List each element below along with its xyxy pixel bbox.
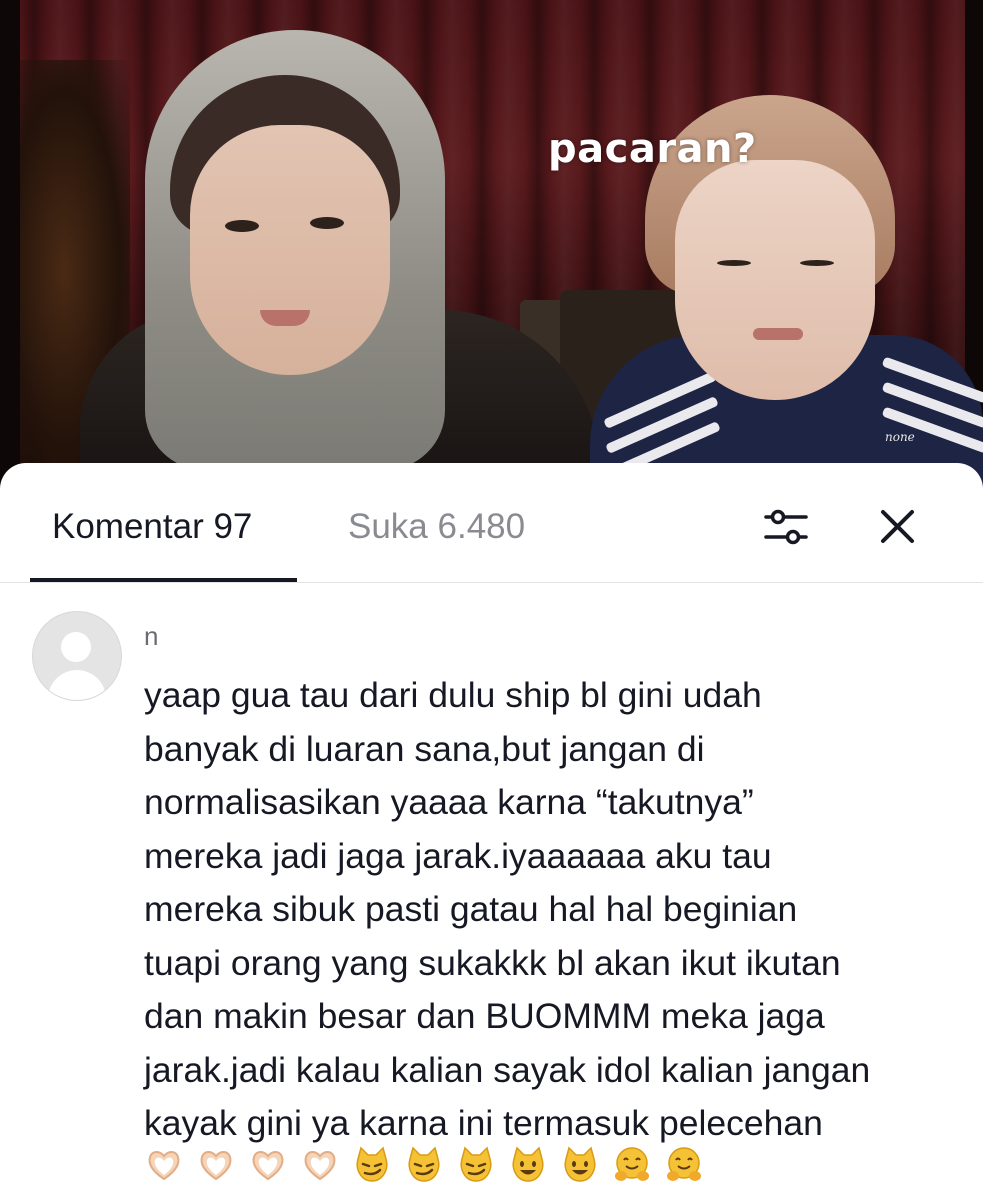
heart-hands-emoji-icon	[252, 1151, 284, 1181]
comment-emojis	[144, 1145, 716, 1193]
comments-sheet: Komentar 97 Suka 6.480 n yaap gua tau da…	[0, 463, 983, 1200]
face-left	[190, 125, 390, 375]
sliders-icon	[764, 509, 808, 545]
sheet-tabs: Komentar 97 Suka 6.480	[0, 463, 983, 583]
close-button[interactable]	[872, 501, 924, 553]
person-left	[60, 30, 600, 500]
video-watermark: none	[885, 430, 915, 444]
video-frame[interactable]: pacaran? none	[0, 0, 983, 500]
tab-comments[interactable]: Komentar 97	[52, 507, 252, 547]
comment-text: yaap gua tau dari dulu ship bl gini udah…	[144, 675, 871, 1143]
video-caption: pacaran?	[548, 126, 757, 172]
face-right	[675, 160, 875, 400]
smiley-cat-emoji-icon	[512, 1146, 544, 1182]
heart-hands-emoji-icon	[200, 1151, 232, 1181]
heart-hands-emoji-icon	[304, 1151, 336, 1181]
comment-username[interactable]: n	[144, 621, 158, 652]
hugging-face-emoji-icon	[667, 1147, 701, 1181]
heart-hands-emoji-icon	[148, 1151, 180, 1181]
tabs-divider	[0, 582, 983, 583]
hugging-face-emoji-icon	[615, 1147, 649, 1181]
avatar[interactable]	[32, 611, 122, 701]
tab-likes[interactable]: Suka 6.480	[348, 507, 525, 547]
smiley-cat-emoji-icon	[564, 1146, 596, 1182]
smirk-cat-emoji-icon	[460, 1146, 492, 1182]
filter-button[interactable]	[760, 501, 812, 553]
smirk-cat-emoji-icon	[408, 1146, 440, 1182]
close-icon	[881, 510, 914, 543]
smirk-cat-emoji-icon	[356, 1146, 388, 1182]
